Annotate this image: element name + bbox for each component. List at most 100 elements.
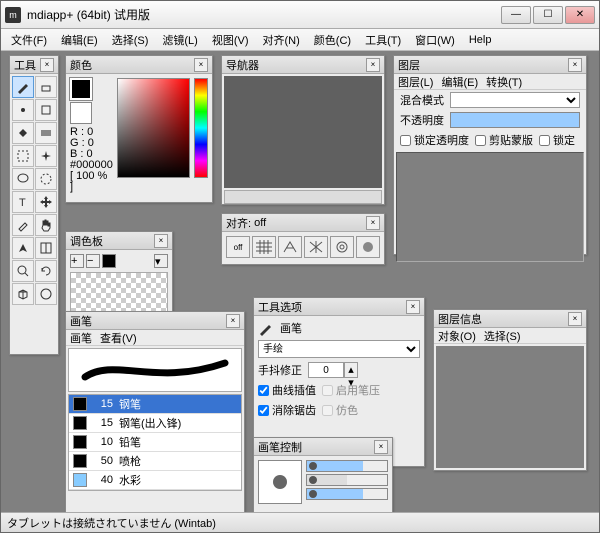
layers-menu-edit[interactable]: 编辑(E) bbox=[441, 74, 478, 90]
align-circle-button[interactable] bbox=[356, 236, 380, 258]
hue-slider[interactable] bbox=[194, 78, 208, 178]
tool-brush[interactable] bbox=[12, 76, 34, 98]
menu-file[interactable]: 文件(F) bbox=[5, 30, 53, 50]
brush-item[interactable]: 40水彩 bbox=[69, 471, 241, 490]
brush-item[interactable]: 15钢笔(出入锋) bbox=[69, 414, 241, 433]
brush-item[interactable]: 50喷枪 bbox=[69, 452, 241, 471]
color-readout: R : 0 G : 0 B : 0 #000000 [ 100 % ] bbox=[70, 127, 113, 193]
tool-select-rect[interactable] bbox=[12, 145, 34, 167]
tool-options-close-icon[interactable]: × bbox=[406, 300, 420, 314]
close-button[interactable]: ✕ bbox=[565, 6, 595, 24]
navigator-view[interactable] bbox=[224, 76, 382, 188]
blend-mode-select[interactable] bbox=[450, 92, 580, 108]
tool-misc[interactable] bbox=[35, 283, 57, 305]
statusbar: タブレットは接続されていません (Wintab) bbox=[1, 512, 599, 532]
color-field[interactable] bbox=[117, 78, 190, 178]
window-title: mdiapp+ (64bit) 试用版 bbox=[27, 6, 501, 23]
menu-help[interactable]: Help bbox=[463, 32, 498, 48]
brush-item[interactable]: 15钢笔 bbox=[69, 395, 241, 414]
layers-close-icon[interactable]: × bbox=[568, 58, 582, 72]
draw-mode-select[interactable]: 手绘 bbox=[258, 340, 420, 358]
tool-rotate[interactable] bbox=[35, 260, 57, 282]
layers-menu-convert[interactable]: 转换(T) bbox=[486, 74, 522, 90]
tool-text[interactable]: T bbox=[12, 191, 34, 213]
antialias-checkbox[interactable] bbox=[258, 405, 269, 416]
tool-dot[interactable] bbox=[12, 99, 34, 121]
navigator-panel: 导航器 × bbox=[221, 55, 385, 205]
align-perspective-button[interactable] bbox=[278, 236, 302, 258]
palette-remove-button[interactable]: − bbox=[86, 254, 100, 268]
brush-density-slider[interactable] bbox=[306, 488, 388, 500]
tool-wand[interactable] bbox=[35, 145, 57, 167]
minimize-button[interactable]: — bbox=[501, 6, 531, 24]
opacity-slider[interactable] bbox=[450, 112, 580, 128]
menu-filter[interactable]: 滤镜(L) bbox=[156, 30, 203, 50]
brush-opacity-slider[interactable] bbox=[306, 474, 388, 486]
opacity-label: 不透明度 bbox=[400, 112, 444, 128]
tool-marquee[interactable] bbox=[35, 168, 57, 190]
tool-zoom[interactable] bbox=[12, 260, 34, 282]
tool-hand[interactable] bbox=[35, 214, 57, 236]
color-panel-close-icon[interactable]: × bbox=[194, 58, 208, 72]
menu-edit[interactable]: 编辑(E) bbox=[55, 30, 104, 50]
tool-pen[interactable] bbox=[12, 237, 34, 259]
layer-info-menu-object[interactable]: 对象(O) bbox=[438, 328, 476, 344]
layer-info-title: 图层信息 bbox=[438, 311, 482, 327]
dither-checkbox bbox=[322, 405, 333, 416]
toolbox-close-icon[interactable]: × bbox=[40, 58, 54, 72]
jitter-stepper[interactable]: ▴▾ bbox=[344, 362, 358, 378]
menu-select[interactable]: 选择(S) bbox=[106, 30, 155, 50]
menu-color[interactable]: 颜色(C) bbox=[308, 30, 357, 50]
brush-panel: 画笔× 画笔 查看(V) 15钢笔 15钢笔(出入锋) 10铅笔 50喷枪 40… bbox=[65, 311, 245, 512]
menu-align[interactable]: 对齐(N) bbox=[257, 30, 306, 50]
tool-lasso[interactable] bbox=[12, 168, 34, 190]
brush-control-close-icon[interactable]: × bbox=[374, 440, 388, 454]
align-panel: 对齐: off× off bbox=[221, 213, 385, 265]
clip-mask-checkbox[interactable] bbox=[475, 135, 486, 146]
background-color-swatch[interactable] bbox=[70, 102, 92, 124]
brush-size-slider[interactable] bbox=[306, 460, 388, 472]
align-close-icon[interactable]: × bbox=[366, 216, 380, 230]
layers-menu-layer[interactable]: 图层(L) bbox=[398, 74, 433, 90]
align-grid-button[interactable] bbox=[252, 236, 276, 258]
tool-gradient[interactable] bbox=[35, 122, 57, 144]
maximize-button[interactable]: ☐ bbox=[533, 6, 563, 24]
palette-swatch[interactable] bbox=[102, 254, 116, 268]
tool-move[interactable] bbox=[35, 191, 57, 213]
tool-3d[interactable] bbox=[12, 283, 34, 305]
layers-title: 图层 bbox=[398, 57, 420, 73]
brush-menu-view[interactable]: 查看(V) bbox=[100, 330, 137, 346]
brush-control-title: 画笔控制 bbox=[258, 439, 302, 455]
align-off-button[interactable]: off bbox=[226, 236, 250, 258]
brush-menu-brush[interactable]: 画笔 bbox=[70, 330, 92, 346]
palette-close-icon[interactable]: × bbox=[154, 234, 168, 248]
align-concentric-button[interactable] bbox=[330, 236, 354, 258]
navigator-title: 导航器 bbox=[226, 57, 259, 73]
menu-tool[interactable]: 工具(T) bbox=[359, 30, 407, 50]
layer-list[interactable] bbox=[396, 152, 584, 262]
navigator-close-icon[interactable]: × bbox=[366, 58, 380, 72]
menu-window[interactable]: 窗口(W) bbox=[409, 30, 461, 50]
tool-eyedropper[interactable] bbox=[12, 214, 34, 236]
jitter-input[interactable] bbox=[308, 362, 344, 378]
navigator-zoom-slider[interactable] bbox=[224, 190, 382, 204]
tool-fill[interactable] bbox=[12, 122, 34, 144]
lock-alpha-checkbox[interactable] bbox=[400, 135, 411, 146]
align-radial-button[interactable] bbox=[304, 236, 328, 258]
tool-eraser[interactable] bbox=[35, 76, 57, 98]
curve-interp-checkbox[interactable] bbox=[258, 385, 269, 396]
menu-view[interactable]: 视图(V) bbox=[206, 30, 255, 50]
brush-panel-close-icon[interactable]: × bbox=[226, 314, 240, 328]
status-text: タブレットは接続されていません (Wintab) bbox=[7, 515, 216, 531]
brush-item[interactable]: 10铅笔 bbox=[69, 433, 241, 452]
brush-icon bbox=[258, 320, 274, 336]
tool-shape[interactable] bbox=[35, 99, 57, 121]
palette-add-button[interactable]: + bbox=[70, 254, 84, 268]
layer-info-close-icon[interactable]: × bbox=[568, 312, 582, 326]
foreground-color-swatch[interactable] bbox=[70, 78, 92, 100]
layer-info-menu-select[interactable]: 选择(S) bbox=[484, 328, 521, 344]
brush-list: 15钢笔 15钢笔(出入锋) 10铅笔 50喷枪 40水彩 bbox=[68, 394, 242, 491]
tool-panel[interactable] bbox=[35, 237, 57, 259]
lock-checkbox[interactable] bbox=[539, 135, 550, 146]
palette-menu-icon[interactable]: ▾ bbox=[154, 254, 168, 268]
